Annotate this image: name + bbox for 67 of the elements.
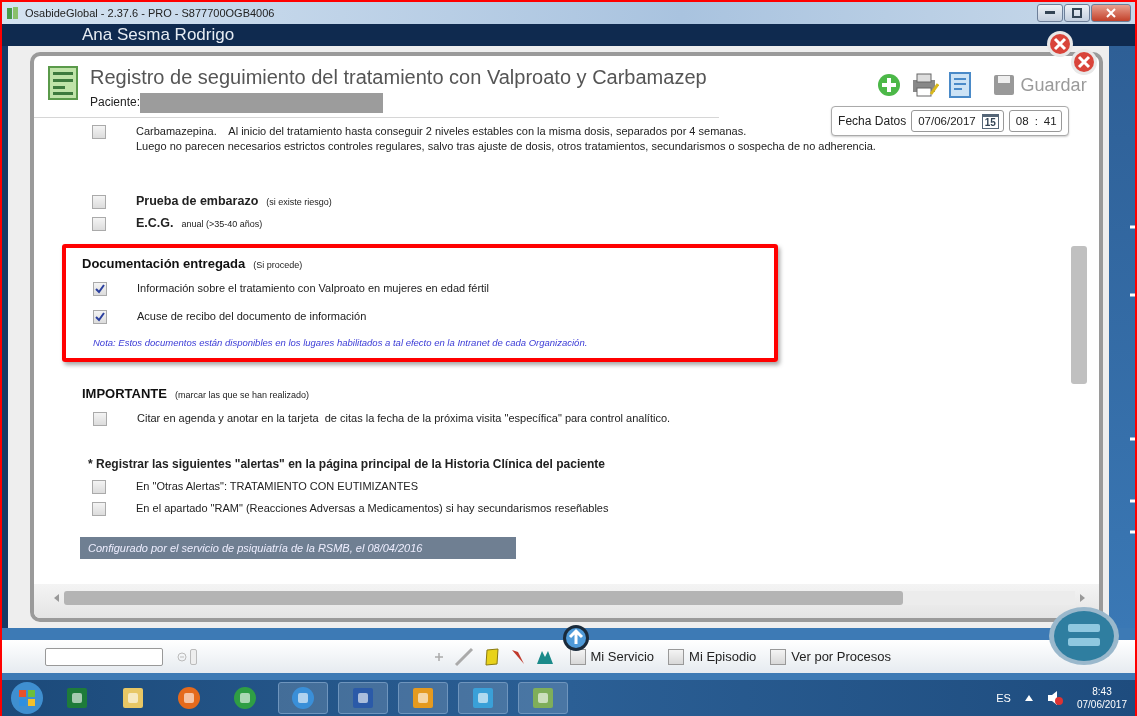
vertical-scrollbar[interactable] — [1070, 246, 1087, 384]
chat-icon[interactable] — [458, 682, 508, 714]
subheading: * Registrar las siguientes "alertas" en la página principal de la Historia Clínica del paciente — [88, 457, 606, 471]
item-label: E.C.G. — [136, 216, 174, 230]
footer-note: Configurado por el servicio de psiquiatría de la RSMB, el 08/04/2016 — [80, 537, 516, 559]
checkbox[interactable] — [92, 125, 106, 139]
item-text: Carbamazepina. Al inicio del tratamiento hasta conseguir 2 niveles estables con la misma dosis, separados por 4 semanas. Luego no parecen necesarios estrictos controles regulares, salvo tras ajuste de dosis, otros tratamientos, secundarismos o sospecha de no adherencia. — [136, 125, 876, 154]
floppy-icon — [992, 74, 1015, 96]
date-label: Fecha Datos — [838, 114, 907, 128]
section-note: Nota: Estos documentos están disponibles en los lugares habilitados a tal efecto en la Intranet de cada Organización. — [92, 337, 589, 348]
filter-checkbox[interactable]: Mi Episodio — [668, 648, 757, 665]
clock[interactable]: 8:43 07/06/2017 — [1076, 685, 1127, 711]
item-text: Información sobre el tratamiento con Valproato en mujeres en edad fértil — [137, 281, 489, 296]
checkbox[interactable] — [92, 502, 106, 516]
item-text: En el apartado "RAM" (Reacciones Adversas a Medicamentos) si hay secundarismos reseñables — [136, 501, 609, 516]
scroll-right-icon[interactable] — [1078, 594, 1085, 602]
form-icon — [48, 66, 78, 100]
list-icon[interactable] — [948, 72, 971, 98]
document-icon[interactable] — [338, 682, 388, 714]
item-hint: (si existe riesgo) — [266, 197, 332, 207]
time-field[interactable]: 08 : 41 — [1008, 110, 1062, 132]
checkbox[interactable] — [92, 217, 106, 231]
patient-label: Paciente: — [90, 95, 141, 109]
checkbox[interactable] — [93, 412, 107, 426]
speaker-muted-icon[interactable] — [1046, 691, 1063, 705]
horizontal-scrollbar[interactable] — [64, 591, 903, 605]
item-text: Acuse de recibo del documento de información — [137, 309, 367, 324]
minimize-icon — [1045, 11, 1055, 15]
close-icon[interactable] — [1044, 30, 1100, 78]
item-text: En "Otras Alertas": TRATAMIENTO CON EUTIMIZANTES — [136, 479, 419, 494]
note-icon[interactable] — [483, 647, 500, 666]
pencil-icon[interactable] — [453, 646, 474, 667]
restore-icon — [1072, 8, 1082, 18]
slider-thumb[interactable] — [190, 648, 197, 665]
restore-button[interactable] — [1064, 4, 1090, 22]
caret-icon[interactable] — [1024, 695, 1033, 701]
item-text: Citar en agenda y anotar en la tarjeta de citas la fecha de la próxima visita "específica" para control analítico. — [137, 411, 671, 426]
section-heading: IMPORTANTE — [82, 386, 167, 401]
app-icon[interactable] — [518, 682, 568, 714]
section-heading: Documentación entregada — [82, 256, 246, 271]
language-indicator[interactable]: ES — [996, 692, 1011, 704]
item-hint: anual (>35-40 años) — [181, 219, 263, 229]
date-field[interactable]: 07/06/2017 15 — [911, 110, 1004, 132]
checkbox[interactable] — [92, 480, 106, 494]
start-button[interactable] — [10, 681, 44, 715]
item-label: Prueba de embarazo — [136, 194, 259, 208]
checkbox[interactable] — [93, 310, 107, 324]
scroll-left-icon[interactable] — [54, 594, 60, 602]
calendar-icon[interactable]: 15 — [981, 113, 999, 129]
section-hint: (marcar las que se han realizado) — [175, 390, 310, 400]
app-icon — [6, 6, 20, 20]
add-icon[interactable] — [876, 73, 901, 97]
filter-checkbox[interactable]: Mi Servicio — [569, 648, 655, 665]
dialog-title: Registro de seguimiento del tratamiento con Valproato y Carbamazep — [90, 66, 707, 89]
input-field[interactable] — [45, 647, 163, 666]
minimize-button[interactable] — [1037, 4, 1063, 22]
filter-checkbox[interactable]: Ver por Procesos — [770, 648, 891, 665]
patient-name: Ana Sesma Rodrigo — [82, 25, 235, 45]
printer-icon[interactable] — [910, 72, 939, 98]
browser-icon[interactable] — [278, 682, 328, 714]
section-hint: (Si procede) — [253, 260, 303, 270]
mail-icon[interactable] — [398, 682, 448, 714]
checkbox[interactable] — [92, 195, 106, 209]
window-title: OsabideGlobal - 2.37.6 - PRO - S877700OGB4006 — [25, 7, 276, 19]
close-icon — [1106, 8, 1116, 18]
close-button[interactable] — [1091, 4, 1131, 22]
checkbox[interactable] — [93, 282, 107, 296]
